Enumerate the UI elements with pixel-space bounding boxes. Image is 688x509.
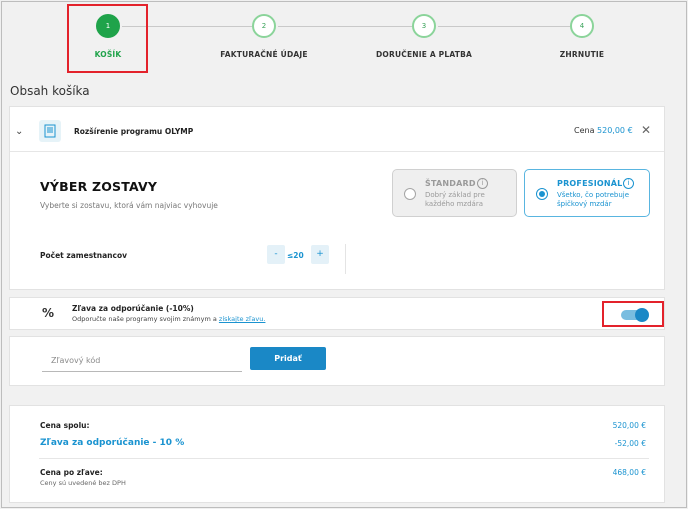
total-value: 520,00 € bbox=[612, 421, 646, 430]
step-summary[interactable]: 4 ZHRNUTIE bbox=[522, 14, 642, 59]
step-number: 4 bbox=[570, 14, 594, 38]
divider bbox=[10, 151, 664, 152]
highlight-box bbox=[67, 4, 148, 73]
after-discount-label: Cena po zľave: bbox=[40, 468, 103, 477]
divider bbox=[39, 458, 649, 459]
step-number: 3 bbox=[412, 14, 436, 38]
page-frame: 1 KOŠÍK 2 FAKTURAČNÉ ÚDAJE 3 DORUČENIE A… bbox=[1, 1, 687, 508]
radio-button[interactable] bbox=[404, 188, 416, 200]
after-discount-value: 468,00 € bbox=[612, 468, 646, 477]
total-label: Cena spolu: bbox=[40, 421, 90, 430]
product-price: Cena 520,00 € bbox=[574, 126, 633, 135]
step-label: ZHRNUTIE bbox=[559, 50, 605, 59]
option-title: ŠTANDARD bbox=[425, 179, 476, 188]
info-icon[interactable]: i bbox=[477, 178, 488, 189]
discount-label: Zľava za odporúčanie - 10 % bbox=[40, 438, 185, 448]
coupon-input[interactable] bbox=[42, 350, 242, 372]
employees-value: ≤20 bbox=[287, 251, 304, 260]
close-icon[interactable]: ✕ bbox=[641, 123, 651, 137]
config-title: VÝBER ZOSTAVY bbox=[40, 179, 158, 194]
option-description: Dobrý základ pre každého mzdára bbox=[425, 191, 485, 208]
divider bbox=[345, 244, 346, 274]
option-standard[interactable]: ŠTANDARD Dobrý základ pre každého mzdára… bbox=[392, 169, 517, 217]
highlight-box bbox=[602, 301, 664, 327]
document-icon bbox=[39, 120, 61, 142]
referral-text: Odporučte naše programy svojim známym a bbox=[72, 315, 217, 323]
referral-title: Zľava za odporúčanie (-10%) bbox=[72, 304, 194, 313]
discount-value: -52,00 € bbox=[614, 439, 646, 448]
summary-card bbox=[9, 405, 665, 503]
vat-note: Ceny sú uvedené bez DPH bbox=[40, 479, 126, 487]
price-value: 520,00 € bbox=[597, 126, 633, 135]
step-billing[interactable]: 2 FAKTURAČNÉ ÚDAJE bbox=[204, 14, 324, 59]
increment-button[interactable]: + bbox=[311, 245, 329, 264]
info-icon[interactable]: i bbox=[623, 178, 634, 189]
apply-coupon-button[interactable]: Pridať bbox=[250, 347, 326, 370]
price-label: Cena bbox=[574, 126, 595, 135]
employees-label: Počet zamestnancov bbox=[40, 251, 127, 260]
step-delivery[interactable]: 3 DORUČENIE A PLATBA bbox=[364, 14, 484, 59]
option-description: Všetko, čo potrebuje špičkový mzdár bbox=[557, 191, 630, 208]
referral-subtitle: Odporučte naše programy svojim známym a … bbox=[72, 315, 265, 323]
page-title: Obsah košíka bbox=[10, 84, 90, 98]
step-number: 2 bbox=[252, 14, 276, 38]
product-name: Rozšírenie programu OLYMP bbox=[74, 127, 194, 136]
step-label: FAKTURAČNÉ ÚDAJE bbox=[220, 50, 308, 59]
step-label: DORUČENIE A PLATBA bbox=[375, 50, 473, 59]
chevron-down-icon[interactable]: ⌄ bbox=[15, 126, 23, 137]
percent-icon: % bbox=[42, 306, 55, 320]
referral-card bbox=[9, 297, 665, 330]
referral-link[interactable]: získajte zľavu. bbox=[219, 315, 266, 323]
option-professional[interactable]: PROFESIONÁL Všetko, čo potrebuje špičkov… bbox=[524, 169, 650, 217]
config-subtitle: Vyberte si zostavu, ktorá vám najviac vy… bbox=[40, 201, 218, 210]
decrement-button[interactable]: - bbox=[267, 245, 285, 264]
radio-button[interactable] bbox=[536, 188, 548, 200]
